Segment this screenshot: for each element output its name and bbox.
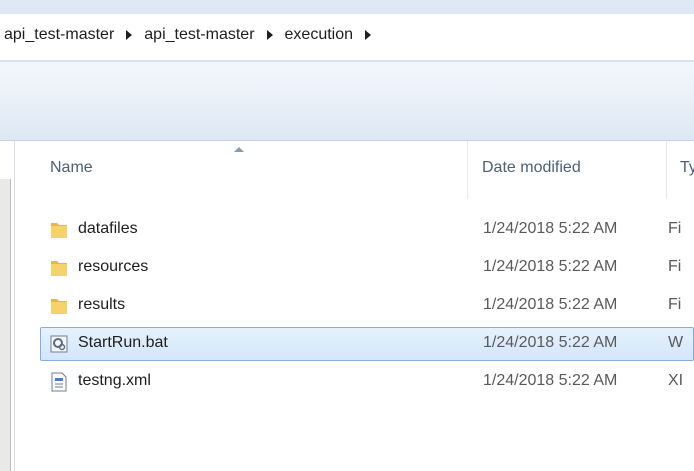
column-separator[interactable] bbox=[666, 141, 667, 199]
column-header-date[interactable]: Date modified bbox=[482, 159, 581, 177]
list-item[interactable]: StartRun.bat 1/24/2018 5:22 AM W bbox=[40, 327, 694, 361]
file-list: datafiles 1/24/2018 5:22 AM Fi resources… bbox=[40, 213, 694, 403]
address-bar[interactable]: api_test-master api_test-master executio… bbox=[0, 0, 694, 62]
file-name: datafiles bbox=[78, 220, 138, 237]
folder-icon bbox=[49, 296, 69, 316]
file-type: Fi bbox=[668, 258, 682, 275]
breadcrumb-chevron-icon[interactable] bbox=[365, 30, 372, 40]
folder-icon bbox=[49, 258, 69, 278]
list-item[interactable]: resources 1/24/2018 5:22 AM Fi bbox=[40, 251, 694, 285]
sort-ascending-icon bbox=[234, 147, 244, 152]
navigation-scrollbar[interactable] bbox=[0, 179, 11, 471]
column-separator[interactable] bbox=[467, 141, 468, 199]
file-type: W bbox=[668, 334, 684, 351]
batch-file-icon bbox=[49, 334, 69, 354]
file-date: 1/24/2018 5:22 AM bbox=[483, 220, 618, 237]
breadcrumb-chevron-icon[interactable] bbox=[126, 30, 133, 40]
breadcrumb-item-3[interactable]: execution bbox=[283, 26, 356, 44]
file-type: Fi bbox=[668, 220, 682, 237]
file-name: testng.xml bbox=[78, 372, 151, 389]
breadcrumb-item-2[interactable]: api_test-master bbox=[142, 26, 256, 44]
list-item[interactable]: results 1/24/2018 5:22 AM Fi bbox=[40, 289, 694, 323]
file-type: Fi bbox=[668, 296, 682, 313]
breadcrumb-item-1[interactable]: api_test-master bbox=[2, 26, 116, 44]
file-type: XI bbox=[668, 372, 684, 389]
xml-file-icon bbox=[49, 372, 69, 392]
column-header-type[interactable]: Ty bbox=[680, 159, 694, 177]
breadcrumb-chevron-icon[interactable] bbox=[266, 30, 273, 40]
file-date: 1/24/2018 5:22 AM bbox=[483, 296, 618, 313]
file-name: results bbox=[78, 296, 126, 313]
command-bar bbox=[0, 62, 694, 141]
file-date: 1/24/2018 5:22 AM bbox=[483, 334, 618, 351]
column-header-name[interactable]: Name bbox=[50, 159, 93, 177]
breadcrumb: api_test-master api_test-master executio… bbox=[2, 23, 381, 47]
file-date: 1/24/2018 5:22 AM bbox=[483, 372, 618, 389]
file-name: resources bbox=[78, 258, 149, 275]
list-item[interactable]: testng.xml 1/24/2018 5:22 AM XI bbox=[40, 365, 694, 399]
file-name: StartRun.bat bbox=[78, 334, 168, 351]
pane-divider[interactable] bbox=[14, 141, 15, 471]
folder-icon bbox=[49, 220, 69, 240]
list-item[interactable]: datafiles 1/24/2018 5:22 AM Fi bbox=[40, 213, 694, 247]
file-date: 1/24/2018 5:22 AM bbox=[483, 258, 618, 275]
column-header: Name Date modified Ty bbox=[16, 141, 694, 199]
